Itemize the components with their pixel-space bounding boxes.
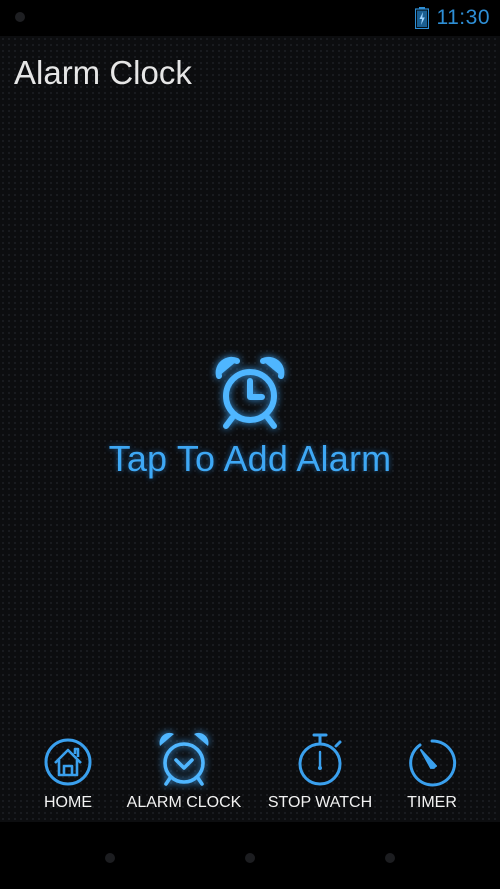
tab-home-label: HOME (44, 794, 92, 811)
tab-timer[interactable]: TIMER (394, 730, 470, 822)
battery-charging-icon (414, 7, 429, 29)
add-alarm-button[interactable]: Tap To Add Alarm (0, 356, 500, 480)
add-alarm-label: Tap To Add Alarm (108, 438, 392, 479)
timer-icon (409, 739, 457, 787)
alarm-clock-icon (215, 356, 285, 429)
system-nav-bar (0, 822, 500, 889)
tab-stop-watch[interactable]: STOP WATCH (262, 730, 378, 822)
tab-timer-label: TIMER (407, 794, 457, 811)
tab-alarm-clock-label: ALARM CLOCK (126, 794, 242, 811)
alarm-clock-icon (159, 732, 209, 786)
notification-dot (15, 12, 25, 22)
status-time: 11:30 (436, 6, 490, 29)
nav-recents-button[interactable] (385, 853, 395, 863)
tab-alarm-clock[interactable]: ALARM CLOCK (124, 730, 244, 822)
stopwatch-icon (298, 733, 342, 786)
page-title: Alarm Clock (14, 54, 192, 91)
bottom-tab-bar: HOME ALARM CLOCK STOP WATCH TIMER (0, 730, 500, 822)
nav-back-button[interactable] (105, 853, 115, 863)
status-bar: 11:30 (0, 0, 500, 36)
nav-home-button[interactable] (245, 853, 255, 863)
home-icon (44, 738, 92, 786)
tab-stop-watch-label: STOP WATCH (267, 794, 373, 811)
tab-home[interactable]: HOME (28, 730, 108, 822)
app-screen: 11:30 Alarm Clock Tap To Add Alarm HOME … (0, 0, 500, 889)
status-right: 11:30 (414, 6, 491, 30)
